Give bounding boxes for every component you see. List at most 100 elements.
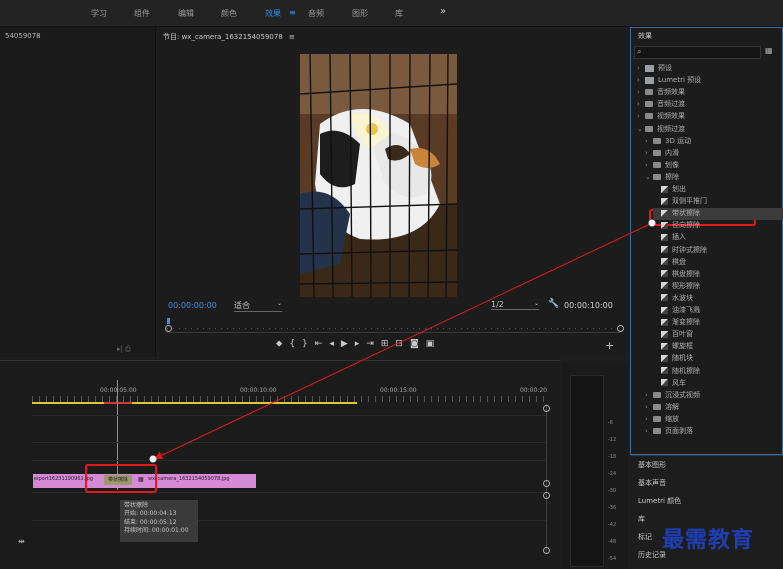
effect-label: 水波块 [672, 293, 693, 302]
effect-folder[interactable]: ⌄ 擦除 [645, 172, 679, 184]
chevron-right-icon[interactable]: › [637, 100, 645, 108]
effect-item[interactable]: 径向擦除 [653, 220, 700, 232]
effect-label: 划像 [665, 160, 679, 169]
effect-folder[interactable]: › 划像 [645, 160, 679, 172]
folder-icon [653, 403, 661, 410]
chevron-right-icon[interactable]: › [637, 76, 645, 84]
effect-item[interactable]: 百叶窗 [653, 329, 693, 341]
chevron-down-icon[interactable]: ⌄ [637, 125, 645, 133]
transition-effect-icon [661, 354, 668, 362]
effect-item[interactable]: 螺旋框 [653, 341, 693, 353]
meter-label: -6 [608, 420, 613, 426]
effect-folder[interactable]: › 3D 运动 [645, 136, 691, 148]
effect-label: 沉浸式视频 [665, 390, 700, 399]
chevron-right-icon[interactable]: › [645, 137, 653, 145]
folder-icon [645, 101, 653, 108]
timeline-vscroll[interactable] [546, 404, 547, 554]
effect-label: 时钟式擦除 [672, 245, 707, 254]
effect-label: 视频效果 [657, 112, 685, 121]
effect-item[interactable]: 油漆飞溅 [653, 305, 700, 317]
transition-effect-icon [661, 197, 668, 205]
effect-item[interactable]: 带状擦除 [653, 208, 783, 221]
tooltip-start: 开始: 00:00:04:13 [124, 510, 177, 518]
effect-label: 音频过渡 [657, 100, 685, 109]
meter-label: -30 [608, 488, 617, 494]
effect-folder[interactable]: ⌄ 视频过渡 [637, 124, 685, 136]
meter-label: -24 [608, 471, 617, 477]
effect-folder[interactable]: › 视频效果 [637, 111, 685, 123]
effect-folder[interactable]: › 音频效果 [637, 87, 685, 99]
transition-effect-icon [661, 330, 668, 338]
folder-icon [653, 415, 661, 422]
folder-icon [645, 113, 653, 120]
effect-folder[interactable]: › 页面剥落 [645, 426, 693, 438]
effect-item[interactable]: 时钟式擦除 [653, 245, 707, 257]
effect-label: 带状擦除 [672, 209, 700, 218]
effect-folder[interactable]: › 溶解 [645, 402, 679, 414]
effect-label: 百叶窗 [672, 330, 693, 339]
effect-label: Lumetri 预设 [658, 76, 702, 85]
transition-effect-icon [661, 282, 668, 290]
effect-label: 划出 [672, 185, 686, 193]
effect-folder[interactable]: › 音频过渡 [637, 99, 685, 111]
effect-label: 楔形擦除 [672, 281, 700, 290]
scroll-handle[interactable] [543, 547, 550, 554]
effect-item[interactable]: 楔形擦除 [653, 281, 700, 293]
effect-item[interactable]: 随机块 [653, 353, 693, 365]
tooltip-end: 结束: 00:00:05:12 [124, 518, 177, 526]
meter-label: -48 [608, 539, 617, 545]
effect-folder[interactable]: › 缩放 [645, 414, 679, 426]
effect-item[interactable]: 棋盘 [653, 257, 686, 269]
folder-icon [653, 391, 661, 398]
transition-effect-icon [661, 233, 668, 241]
chevron-right-icon[interactable]: › [637, 64, 645, 72]
meter-label: -36 [608, 505, 617, 511]
effect-item[interactable]: 划出 [653, 184, 686, 196]
meter-label: -42 [608, 522, 617, 528]
scroll-handle[interactable] [543, 405, 550, 412]
folder-icon [653, 173, 661, 180]
scroll-handle[interactable] [543, 480, 550, 487]
transition-effect-icon [661, 342, 668, 350]
effect-item[interactable]: 风车 [653, 378, 686, 390]
effect-label: 内滑 [665, 148, 679, 157]
chevron-right-icon[interactable]: › [645, 149, 653, 157]
folder-icon [653, 149, 661, 156]
effect-label: 渐变擦除 [672, 318, 700, 327]
effect-label: 页面剥落 [665, 427, 693, 435]
expand-tracks-icon[interactable]: ⇹ [18, 537, 25, 546]
chevron-right-icon[interactable]: › [645, 427, 653, 435]
effect-folder[interactable]: › 沉浸式视频 [645, 390, 700, 402]
folder-icon [645, 64, 654, 72]
effect-folder[interactable]: › Lumetri 预设 [637, 75, 701, 87]
effect-item[interactable]: 水波块 [653, 293, 693, 305]
effect-item[interactable]: 随机擦除 [653, 366, 700, 378]
chevron-right-icon[interactable]: › [645, 161, 653, 169]
effect-label: 音频效果 [657, 88, 685, 97]
transition-effect-icon [661, 221, 668, 229]
effect-folder[interactable]: › 预设 [637, 63, 672, 75]
effect-folder[interactable]: › 内滑 [645, 148, 679, 160]
chevron-right-icon[interactable]: › [645, 415, 653, 423]
effect-item[interactable]: 双侧平推门 [653, 196, 707, 208]
effect-item[interactable]: 插入 [653, 232, 686, 244]
transition-effect-icon [661, 185, 668, 193]
tooltip-duration: 持续时间: 00:00:01:00 [124, 526, 189, 534]
effect-label: 擦除 [665, 172, 679, 181]
chevron-right-icon[interactable]: › [645, 403, 653, 411]
chevron-right-icon[interactable]: › [637, 88, 645, 96]
effect-label: 双侧平推门 [672, 197, 707, 206]
effect-item[interactable]: 棋盘擦除 [653, 269, 700, 281]
effect-label: 视频过渡 [657, 124, 685, 133]
transition-effect-icon [661, 246, 668, 253]
chevron-right-icon[interactable]: › [645, 391, 653, 399]
scroll-handle[interactable] [543, 492, 550, 499]
chevron-right-icon[interactable]: › [637, 112, 645, 120]
transition-effect-icon [661, 209, 668, 217]
transition-effect-icon [661, 318, 668, 326]
meter-bars [570, 375, 604, 567]
transition-effect-icon [661, 270, 668, 278]
effect-label: 插入 [672, 233, 686, 242]
effect-item[interactable]: 渐变擦除 [653, 317, 700, 329]
chevron-down-icon[interactable]: ⌄ [645, 173, 653, 181]
